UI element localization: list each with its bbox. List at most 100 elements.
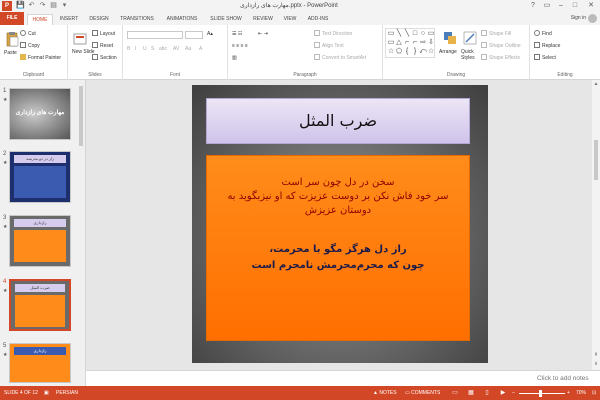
grow-font-button[interactable]: A▴ — [207, 31, 213, 38]
notes-pane[interactable]: Click to add notes — [86, 370, 600, 386]
thumbnail-slide-4[interactable]: ضرب المثل — [9, 279, 71, 331]
shape-elbow-icon[interactable]: ⌐ — [403, 39, 411, 47]
sign-in-link[interactable]: Sign in — [571, 15, 586, 21]
slide-scrollbar[interactable]: ▲ ⇞ ⇟ — [592, 80, 600, 370]
tab-design[interactable]: DESIGN — [86, 14, 112, 25]
shadow-button[interactable]: S — [151, 46, 154, 53]
shape-arrow-line-icon[interactable]: ╲ — [403, 30, 411, 38]
slide-title-placeholder[interactable]: ضرب المثل — [206, 98, 470, 144]
current-slide[interactable]: ضرب المثل سخن در دل چون سر است سر خود فا… — [192, 85, 488, 363]
font-color-button[interactable]: A — [199, 46, 202, 53]
tab-add-ins[interactable]: ADD-INS — [305, 14, 331, 25]
shape-triangle-icon[interactable]: △ — [395, 39, 403, 47]
shape-right-arrow-icon[interactable]: ⇨ — [419, 39, 427, 47]
select-button[interactable]: Select — [534, 54, 556, 62]
normal-view-icon[interactable]: ▭ — [450, 389, 460, 397]
columns-button[interactable]: ▥ — [232, 55, 237, 62]
zoom-out-button[interactable]: – — [512, 389, 515, 397]
shape-fill-button[interactable]: Shape Fill — [481, 30, 511, 38]
zoom-slider-thumb[interactable] — [539, 390, 543, 397]
minimize-button[interactable]: – — [554, 0, 568, 12]
spacing-button[interactable]: AV — [173, 46, 179, 53]
tab-file[interactable]: FILE — [0, 12, 24, 25]
shape-outline-button[interactable]: Shape Outline — [481, 42, 521, 50]
maximize-button[interactable]: □ — [568, 0, 582, 12]
thumbnail-slide-2[interactable]: راز در دو مدرسه — [9, 151, 71, 203]
italic-button[interactable]: I — [135, 46, 136, 53]
next-slide-icon[interactable]: ⇟ — [592, 361, 600, 367]
fit-slide-icon[interactable]: ⊡ — [592, 389, 596, 397]
change-case-button[interactable]: Aa — [185, 46, 191, 53]
shape-textbox-icon[interactable]: ▭ — [387, 39, 395, 47]
bold-button[interactable]: B — [127, 46, 130, 53]
new-slide-icon[interactable] — [73, 31, 87, 47]
reading-view-icon[interactable]: ▯ — [482, 389, 492, 397]
scroll-up-icon[interactable]: ▲ — [592, 81, 600, 87]
shape-square-icon[interactable]: □ — [411, 30, 419, 38]
quick-styles-icon[interactable] — [463, 30, 477, 46]
paste-icon[interactable] — [5, 31, 19, 47]
arrange-button[interactable]: Arrange — [439, 49, 457, 56]
customize-toolbar-icon[interactable]: ▾ — [60, 1, 69, 11]
shape-oval-icon[interactable]: ○ — [419, 30, 427, 38]
copy-button[interactable]: Copy — [20, 42, 40, 50]
font-name-select[interactable] — [127, 31, 183, 39]
shape-effects-button[interactable]: Shape Effects — [481, 54, 520, 62]
shape-curved-arrow-icon[interactable]: ⤺ — [419, 48, 427, 56]
redo-icon[interactable]: ↷ — [38, 1, 47, 11]
shapes-gallery[interactable]: ▭ ╲ ╲ □ ○ ▭ ▭ △ ⌐ ⌐ ⇨ ⇩ ☆ ⬠ { } ⤺ ☆ — [385, 28, 435, 58]
paste-button[interactable]: Paste — [4, 50, 17, 57]
reset-button[interactable]: Reset — [92, 42, 113, 50]
align-buttons[interactable]: ≡ ≡ ≡ ≡ — [232, 43, 248, 50]
undo-icon[interactable]: ↶ — [27, 1, 36, 11]
tab-review[interactable]: REVIEW — [250, 14, 276, 25]
shape-star-icon[interactable]: ☆ — [387, 48, 395, 56]
slide-content-placeholder[interactable]: سخن در دل چون سر است سر خود فاش نکن بر د… — [206, 155, 470, 341]
slideshow-view-icon[interactable]: ▶ — [498, 389, 508, 397]
thumbnail-slide-5[interactable]: رازداری — [9, 343, 71, 383]
zoom-level[interactable]: 70% — [576, 389, 586, 397]
quick-styles-button[interactable]: Quick Styles — [461, 49, 477, 61]
ribbon-display-button[interactable]: ▭ — [540, 0, 554, 12]
thumbnail-slide-1[interactable]: مهارت های رازداری — [9, 88, 71, 140]
slide-sorter-icon[interactable]: ▦ — [466, 389, 476, 397]
format-painter-button[interactable]: Format Painter — [20, 54, 61, 62]
shape-down-arrow-icon[interactable]: ⇩ — [427, 39, 435, 47]
underline-button[interactable]: U — [143, 46, 147, 53]
shape-left-brace-icon[interactable]: { — [403, 48, 411, 56]
language-indicator[interactable]: PERSIAN — [56, 389, 78, 397]
start-presentation-icon[interactable]: ▤ — [49, 1, 58, 11]
shape-rounded-rect-icon[interactable]: ▭ — [427, 30, 435, 38]
save-icon[interactable]: 💾 — [16, 1, 25, 11]
shape-line-icon[interactable]: ╲ — [395, 30, 403, 38]
bullets-button[interactable]: ☰ ☷ — [232, 31, 242, 38]
text-direction-button[interactable]: Text Direction — [314, 30, 352, 38]
comments-toggle[interactable]: ▭ COMMENTS — [405, 389, 440, 397]
shape-star2-icon[interactable]: ☆ — [427, 48, 435, 56]
shape-rectangle-icon[interactable]: ▭ — [387, 30, 395, 38]
shape-right-brace-icon[interactable]: } — [411, 48, 419, 56]
find-button[interactable]: Find — [534, 30, 552, 38]
tab-animations[interactable]: ANIMATIONS — [162, 14, 202, 25]
shape-elbow2-icon[interactable]: ⌐ — [411, 39, 419, 47]
help-button[interactable]: ? — [526, 0, 540, 12]
arrange-icon[interactable] — [443, 30, 457, 46]
indent-button[interactable]: ⇤ ⇥ — [258, 31, 268, 38]
thumbnails-scrollbar[interactable] — [78, 80, 84, 386]
close-button[interactable]: ✕ — [584, 0, 598, 12]
avatar[interactable] — [588, 14, 597, 23]
previous-slide-icon[interactable]: ⇞ — [592, 352, 600, 358]
tab-slide-show[interactable]: SLIDE SHOW — [208, 14, 244, 25]
font-size-select[interactable] — [185, 31, 203, 39]
shape-pentagon-icon[interactable]: ⬠ — [395, 48, 403, 56]
tab-insert[interactable]: INSERT — [57, 14, 81, 25]
tab-home[interactable]: HOME — [27, 14, 53, 25]
cut-button[interactable]: Cut — [20, 30, 36, 38]
thumbnail-slide-3[interactable]: رازداری — [9, 215, 71, 267]
notes-toggle[interactable]: ▲ NOTES — [373, 389, 397, 397]
convert-smartart-button[interactable]: Convert to SmartArt — [314, 54, 366, 62]
align-text-button[interactable]: Align Text — [314, 42, 344, 50]
tab-transitions[interactable]: TRANSITIONS — [117, 14, 157, 25]
slide-scroll-thumb[interactable] — [594, 140, 598, 180]
spellcheck-icon[interactable]: ▣ — [44, 389, 49, 397]
